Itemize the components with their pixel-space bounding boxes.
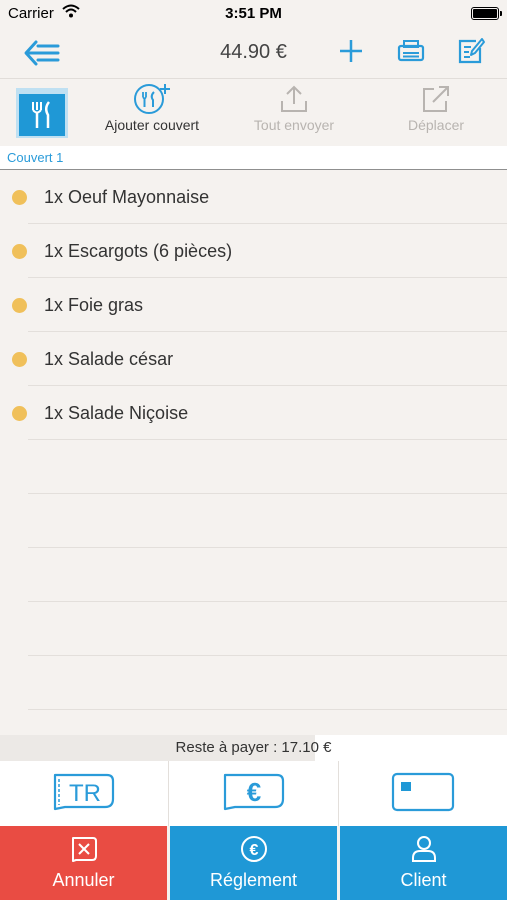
item-label: 1x Escargots (6 pièces) bbox=[44, 241, 233, 261]
user-icon bbox=[411, 836, 436, 862]
list-item[interactable]: 1x Salade césar bbox=[0, 332, 507, 386]
item-label: 1x Foie gras bbox=[44, 295, 144, 315]
divider bbox=[28, 493, 507, 494]
payment-button[interactable]: € Réglement bbox=[170, 826, 337, 900]
remaining-balance-bar: Reste à payer : 17.10 € bbox=[0, 735, 507, 761]
send-all-label: Tout envoyer bbox=[253, 117, 335, 133]
add-cover-icon bbox=[134, 84, 170, 114]
list-item[interactable]: 1x Salade Niçoise bbox=[0, 386, 507, 440]
cover-section-header: Couvert 1 bbox=[0, 146, 507, 170]
move-label: Déplacer bbox=[407, 117, 465, 133]
divider bbox=[28, 547, 507, 548]
status-dot bbox=[12, 406, 27, 421]
nav-bar: 44.90 € bbox=[0, 28, 507, 78]
item-label: 1x Oeuf Mayonnaise bbox=[44, 187, 210, 207]
move-button[interactable]: Déplacer bbox=[366, 83, 506, 143]
remaining-balance-label: Reste à payer : 17.10 € bbox=[175, 739, 332, 756]
printer-icon[interactable] bbox=[396, 36, 426, 66]
battery-icon bbox=[471, 7, 502, 20]
add-cover-button[interactable]: Ajouter couvert bbox=[82, 83, 222, 143]
cover-toolbar: Ajouter couvert Tout envoyer Déplacer bbox=[0, 78, 507, 146]
card-icon bbox=[391, 772, 455, 812]
ticket-restaurant-icon: TR bbox=[53, 773, 115, 811]
send-all-button[interactable]: Tout envoyer bbox=[224, 83, 364, 143]
list-item[interactable]: 1x Escargots (6 pièces) bbox=[0, 224, 507, 278]
tr-text: TR bbox=[69, 780, 101, 807]
bottom-actions: Annuler € Réglement Client bbox=[0, 826, 507, 900]
cash-button[interactable]: € bbox=[169, 761, 339, 826]
cancel-label: Annuler bbox=[52, 870, 115, 890]
status-dot bbox=[12, 244, 27, 259]
order-total: 44.90 € bbox=[220, 41, 287, 63]
euro-note-icon: € bbox=[223, 773, 284, 811]
add-icon[interactable] bbox=[336, 36, 366, 66]
add-cover-label: Ajouter couvert bbox=[104, 117, 200, 133]
cover-section-title: Couvert 1 bbox=[7, 150, 64, 165]
svg-text:€: € bbox=[246, 777, 260, 807]
edit-note-icon[interactable] bbox=[456, 36, 486, 66]
status-dot bbox=[12, 190, 27, 205]
list-item[interactable]: 1x Foie gras bbox=[0, 278, 507, 332]
card-button[interactable] bbox=[339, 761, 507, 826]
payment-label: Réglement bbox=[209, 870, 298, 890]
cancel-icon bbox=[71, 837, 97, 862]
divider bbox=[28, 709, 507, 710]
upload-icon bbox=[281, 85, 307, 112]
item-label: 1x Salade Niçoise bbox=[44, 403, 189, 423]
svg-text:€: € bbox=[249, 842, 258, 859]
status-dot bbox=[12, 298, 27, 313]
cancel-button[interactable]: Annuler bbox=[0, 826, 167, 900]
euro-coin-icon: € bbox=[240, 836, 267, 862]
status-bar: Carrier 3:51 PM bbox=[0, 0, 507, 28]
payment-methods: TR € bbox=[0, 761, 507, 826]
ticket-restaurant-button[interactable]: TR bbox=[0, 761, 169, 826]
client-button[interactable]: Client bbox=[340, 826, 507, 900]
status-dot bbox=[12, 352, 27, 367]
external-move-icon bbox=[423, 86, 449, 112]
item-label: 1x Salade césar bbox=[44, 349, 174, 369]
order-item-list: 1x Oeuf Mayonnaise 1x Escargots (6 pièce… bbox=[0, 170, 507, 735]
client-label: Client bbox=[400, 870, 447, 890]
cover-tab-button[interactable] bbox=[16, 88, 68, 138]
divider bbox=[28, 655, 507, 656]
divider bbox=[28, 601, 507, 602]
clock: 3:51 PM bbox=[225, 5, 282, 22]
list-item[interactable]: 1x Oeuf Mayonnaise bbox=[0, 170, 507, 224]
divider bbox=[28, 439, 507, 440]
